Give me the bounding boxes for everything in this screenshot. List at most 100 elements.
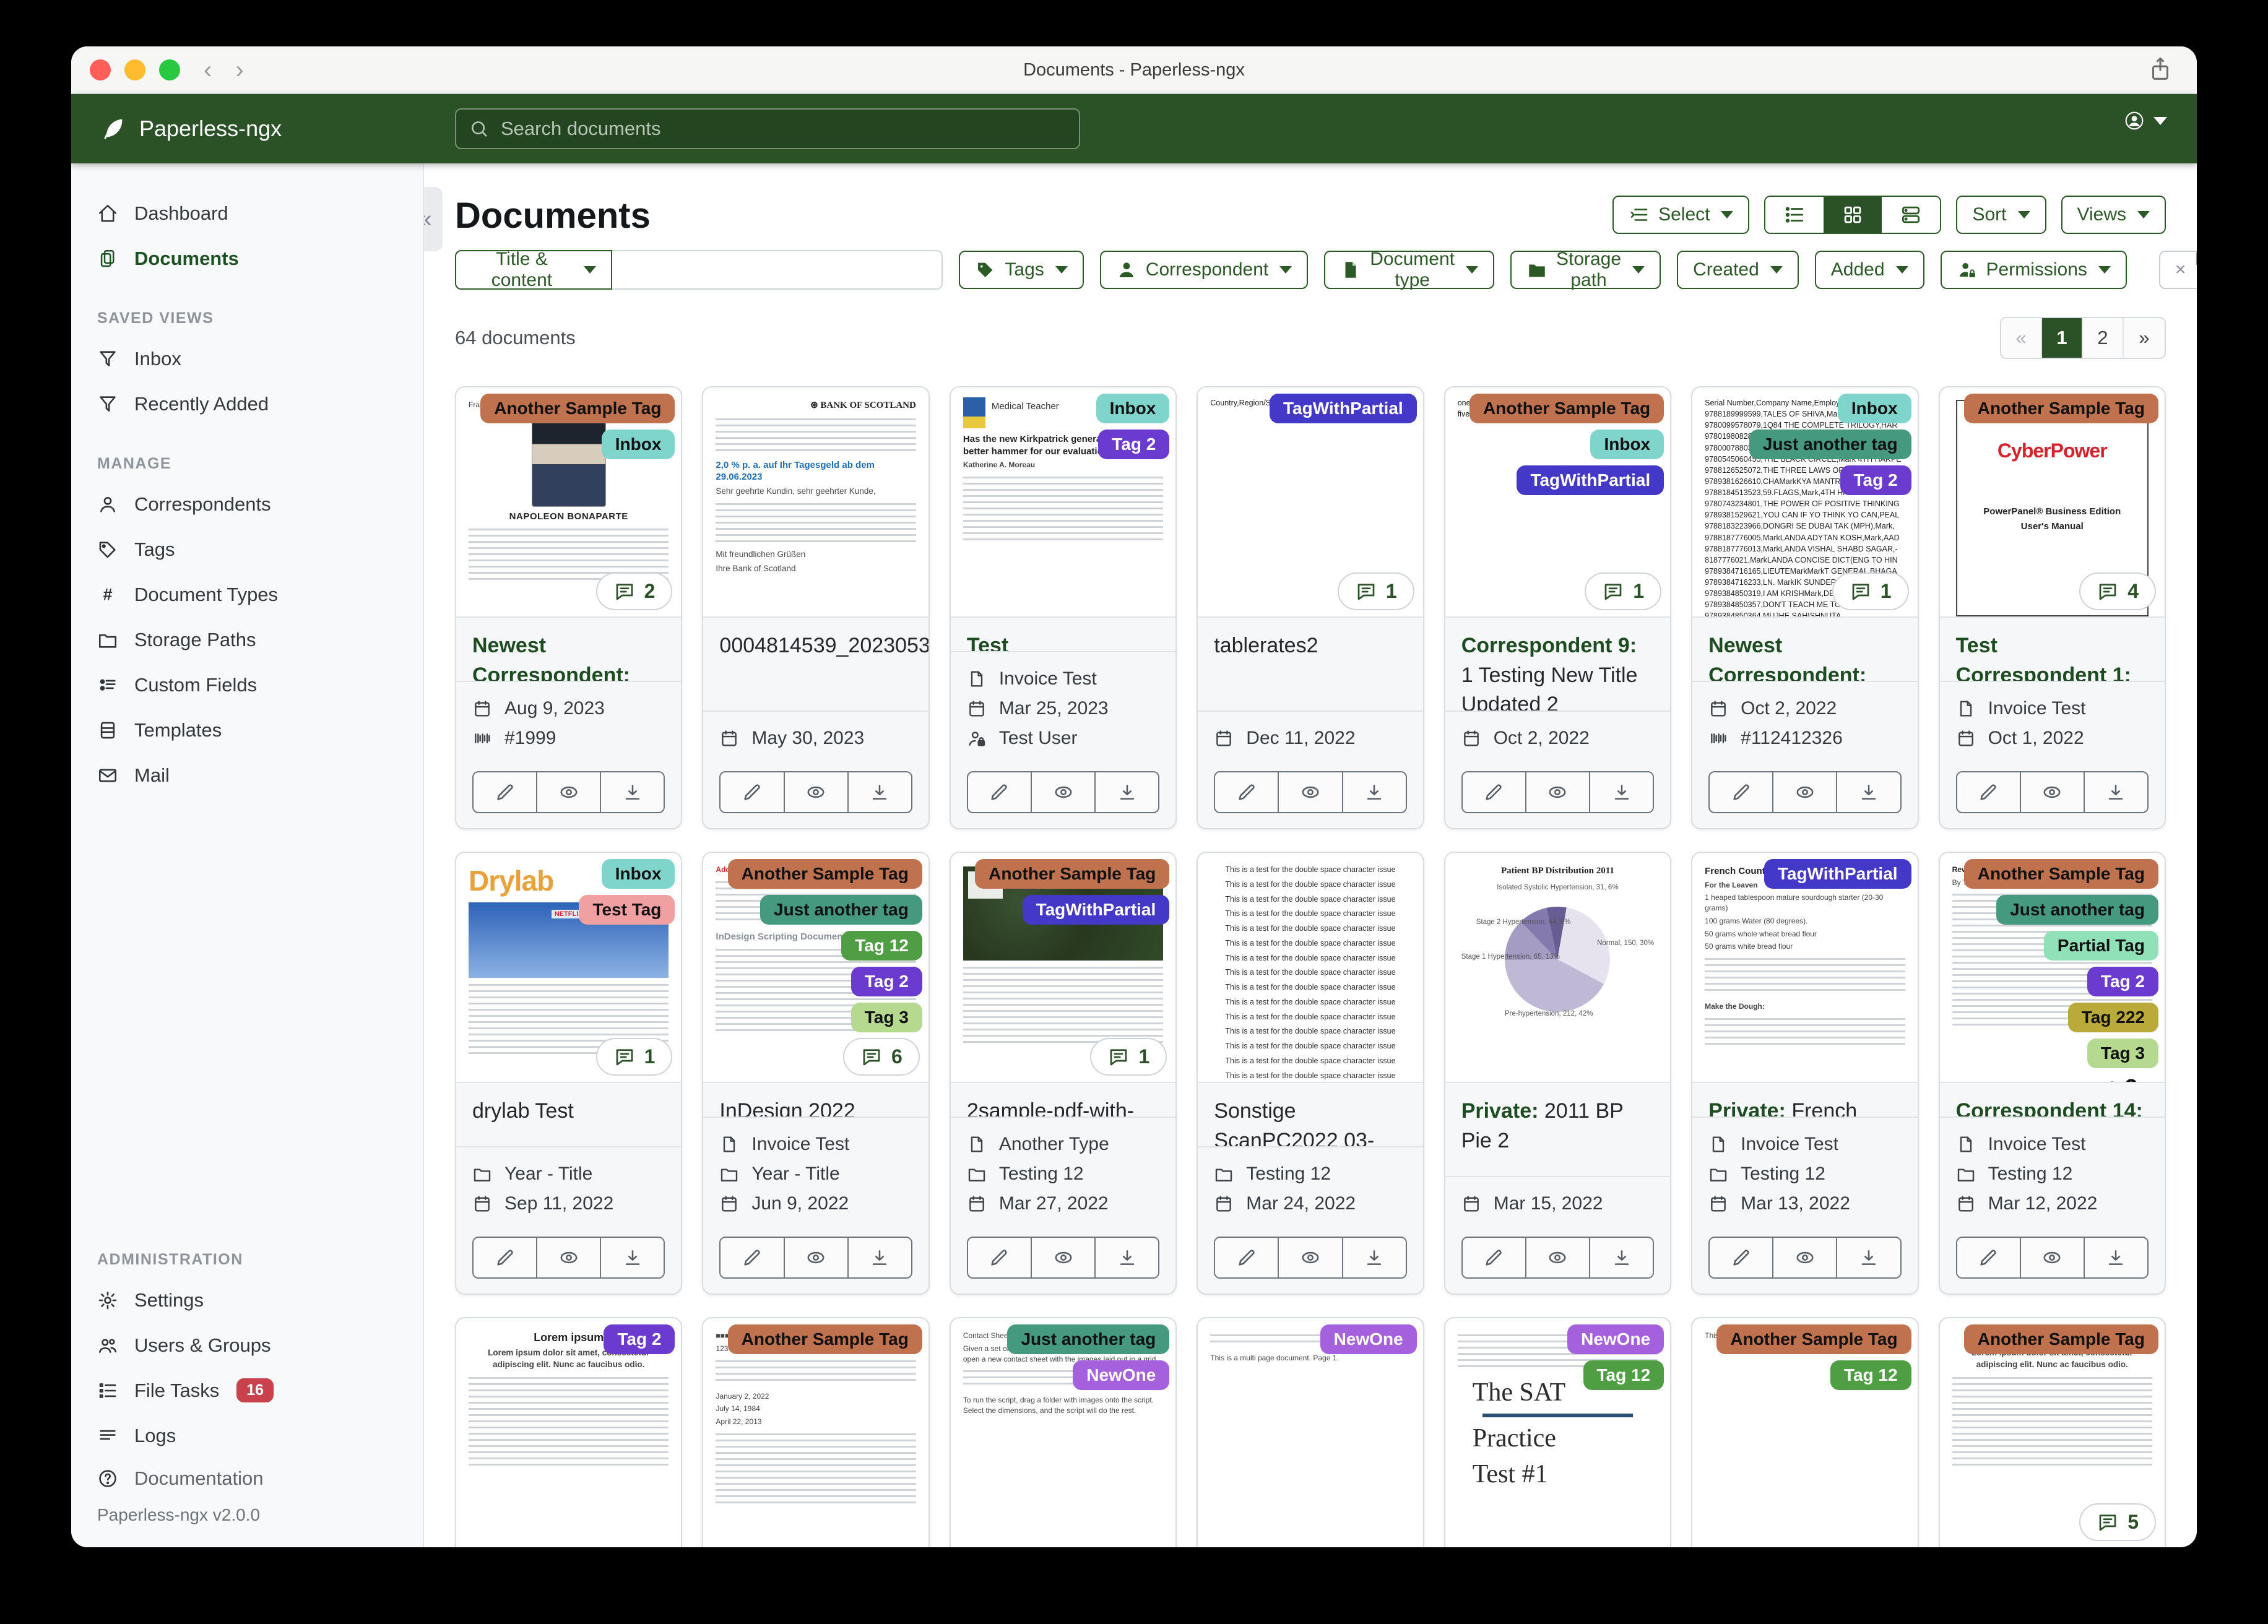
share-icon[interactable] [2146, 55, 2175, 87]
filter-storage-path-button[interactable]: Storage path [1510, 249, 1661, 290]
document-thumbnail[interactable]: Another Sample Tag TagWithPartial 1 [950, 853, 1176, 1083]
view-document-button[interactable] [537, 1238, 602, 1277]
tag-chip[interactable]: NewOne [1567, 1324, 1664, 1354]
document-correspondent[interactable]: Correspondent 14: [1956, 1099, 2143, 1116]
views-button[interactable]: Views [2061, 196, 2166, 234]
view-document-button[interactable] [1526, 772, 1590, 812]
document-title[interactable]: Private: French Country Bread Revised.do… [1708, 1097, 1901, 1116]
tag-chip[interactable]: Tag 12 [1830, 1360, 1911, 1390]
document-thumbnail[interactable]: This is a testAnother Sample TagTag 12 [1692, 1318, 1918, 1547]
download-document-button[interactable] [1590, 1238, 1653, 1277]
tag-chip[interactable]: Tag 2 [604, 1324, 675, 1354]
sidebar-item-file-tasks[interactable]: File Tasks 16 [71, 1368, 423, 1413]
view-document-button[interactable] [1279, 772, 1343, 812]
document-card[interactable]: Drylab NETFLIX Inbox Test Tag 1 drylab Test Ye… [455, 852, 683, 1295]
view-document-button[interactable] [1526, 1238, 1590, 1277]
edit-document-button[interactable] [1215, 1238, 1279, 1277]
document-thumbnail[interactable]: This is a multi page document. Page 1. Ne… [1198, 1318, 1423, 1547]
sidebar-item-custom-fields[interactable]: Custom Fields [71, 662, 423, 707]
notes-badge[interactable]: 2 [595, 572, 673, 610]
filter-field-button[interactable]: Title & content [455, 249, 612, 290]
document-card[interactable]: Country,Region/State," TagWithPartial 1 tab… [1197, 386, 1424, 829]
sidebar-item-users-groups[interactable]: Users & Groups [71, 1323, 423, 1368]
document-thumbnail[interactable]: Francja pod rNAPOLEON BONAPARTEAnother S… [456, 387, 682, 618]
view-document-button[interactable] [1773, 1238, 1838, 1277]
filter-added-button[interactable]: Added [1814, 251, 1924, 289]
document-card[interactable]: This is a multi page document. Page 1. Ne… [1197, 1317, 1424, 1547]
document-thumbnail[interactable]: Drylab NETFLIX Inbox Test Tag 1 [456, 853, 682, 1083]
download-document-button[interactable] [1096, 1238, 1159, 1277]
document-correspondent[interactable]: Private: [1461, 1099, 1539, 1123]
document-thumbnail[interactable]: AdobeInDesign Scripting DocumentationAno… [703, 853, 928, 1083]
app-logo[interactable]: Paperless-ngx [98, 114, 282, 143]
tag-chip[interactable]: Another Sample Tag [1963, 859, 2158, 889]
download-document-button[interactable] [2084, 772, 2147, 812]
document-thumbnail[interactable]: Lorem ipsumLorem ipsum dolor sit amet, c… [456, 1318, 682, 1547]
tag-chip[interactable]: Tag 2 [850, 967, 922, 996]
tag-chip[interactable]: Just another tag [1749, 430, 1911, 459]
document-title[interactable]: 0004814539_20230531 [719, 631, 928, 661]
filter-correspondent-button[interactable]: Correspondent [1099, 251, 1309, 289]
document-thumbnail[interactable]: This is a test for the double space char… [1198, 853, 1423, 1083]
edit-document-button[interactable] [721, 772, 785, 812]
document-card[interactable]: AdobeInDesign Scripting DocumentationAno… [702, 852, 930, 1295]
tag-chip[interactable]: Inbox [1590, 430, 1664, 459]
pagination-next[interactable]: » [2124, 318, 2165, 358]
document-thumbnail[interactable]: Review of Arbitral Awards Certainty of A… [1939, 853, 2165, 1083]
tag-chip[interactable]: Another Sample Tag [480, 394, 675, 423]
document-title[interactable]: drylab Test [472, 1097, 665, 1126]
sidebar-collapse-button[interactable]: « [424, 187, 443, 251]
document-card[interactable]: Lorem ipsumLorem ipsum dolor sit amet, c… [1938, 1317, 2166, 1547]
notes-badge[interactable]: 1 [1585, 572, 1662, 610]
document-card[interactable]: Serial Number,Company Name,Employe 978818… [1691, 386, 1919, 829]
view-document-button[interactable] [1031, 772, 1096, 812]
document-card[interactable]: French Country Bread For the Leaven 1 heap… [1691, 852, 1919, 1295]
tag-chip[interactable]: Tag 2 [1098, 430, 1170, 459]
edit-document-button[interactable] [1462, 772, 1526, 812]
view-document-button[interactable] [784, 1238, 849, 1277]
view-document-button[interactable] [1773, 772, 1838, 812]
download-document-button[interactable] [2084, 1238, 2147, 1277]
tag-chip[interactable]: Another Sample Tag [727, 1324, 922, 1354]
filter-document-type-button[interactable]: Document type [1324, 249, 1494, 290]
download-document-button[interactable] [1837, 772, 1900, 812]
download-document-button[interactable] [1590, 772, 1653, 812]
document-correspondent[interactable]: Test Correspondent 1: [967, 634, 1142, 651]
sort-button[interactable]: Sort [1956, 196, 2046, 234]
document-card[interactable]: Francja pod rNAPOLEON BONAPARTEAnother S… [455, 386, 683, 829]
document-card[interactable]: ■■■ Test Name123-456-7890January 2, 2022… [702, 1317, 930, 1547]
notes-badge[interactable]: 1 [1090, 1038, 1167, 1076]
view-document-button[interactable] [2020, 772, 2085, 812]
edit-document-button[interactable] [721, 1238, 785, 1277]
tag-chip[interactable]: Just another tag [1007, 1324, 1170, 1354]
document-correspondent[interactable]: Private: [1708, 1099, 1786, 1116]
sidebar-item-recently-added[interactable]: Recently Added [71, 381, 423, 426]
document-title[interactable]: Correspondent 9: 1 Testing New Title Upd… [1461, 631, 1654, 710]
sidebar-item-tags[interactable]: Tags [71, 527, 423, 572]
view-document-button[interactable] [2020, 1238, 2085, 1277]
download-document-button[interactable] [601, 1238, 664, 1277]
document-thumbnail[interactable]: Contact Sheet DemoGiven a set of image f… [950, 1318, 1176, 1547]
edit-document-button[interactable] [1710, 772, 1774, 812]
document-thumbnail[interactable]: Lorem ipsumLorem ipsum dolor sit amet, c… [1939, 1318, 2165, 1547]
document-card[interactable]: This is a testAnother Sample TagTag 12 [1691, 1317, 1919, 1547]
sidebar-item-mail[interactable]: Mail [71, 753, 423, 798]
document-title[interactable]: Newest Correspondent: H7_Napoleon_Bonapa… [472, 631, 665, 681]
notes-badge[interactable]: 1 [1337, 572, 1414, 610]
download-document-button[interactable] [848, 1238, 911, 1277]
sidebar-item-inbox[interactable]: Inbox [71, 336, 423, 381]
filter-permissions-button[interactable]: Permissions [1940, 251, 2127, 289]
document-thumbnail[interactable]: ⊛ BANK OF SCOTLAND 2,0 % p. a. auf Ihr Ta… [703, 387, 928, 618]
detail-view-button[interactable] [1765, 197, 1824, 233]
tag-chip[interactable]: Tag 222 [2067, 1003, 2158, 1032]
document-title[interactable]: Newest Correspondent: Sample100.csv [1708, 631, 1901, 681]
document-thumbnail[interactable]: Medical Teacher Has the new Kirkpatrick g… [950, 387, 1176, 618]
tag-chip[interactable]: Tag 2 [2087, 967, 2158, 996]
pagination-page-2[interactable]: 2 [2083, 318, 2124, 358]
document-correspondent[interactable]: Correspondent 9: [1461, 634, 1637, 657]
document-correspondent[interactable]: Test Correspondent 1: [1956, 634, 2131, 681]
download-document-button[interactable] [1343, 1238, 1406, 1277]
view-document-button[interactable] [1031, 1238, 1096, 1277]
notes-badge[interactable]: 1 [1832, 572, 1909, 610]
document-card[interactable]: Lorem ipsumLorem ipsum dolor sit amet, c… [455, 1317, 683, 1547]
